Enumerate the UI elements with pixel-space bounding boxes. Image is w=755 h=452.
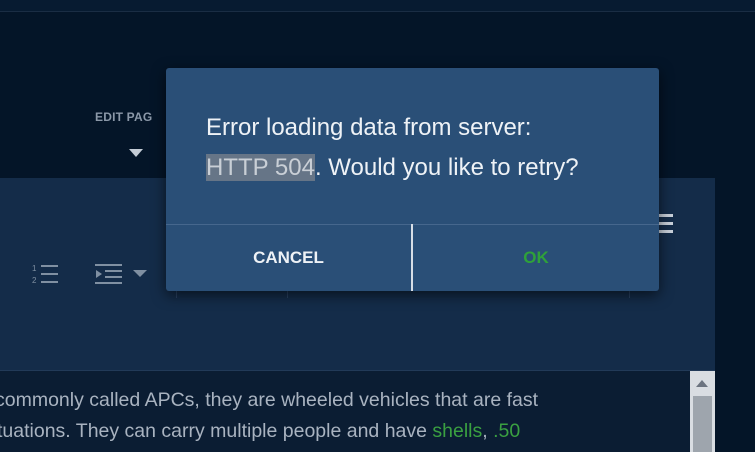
dialog-message-rest: . Would you like to retry? (314, 154, 579, 181)
text-line: commonly called APCs, they are wheeled v… (0, 389, 539, 411)
scrollbar[interactable] (690, 371, 715, 452)
dialog-message-line1: Error loading data from server: (206, 114, 532, 141)
caret-down-icon[interactable] (129, 149, 143, 157)
indent-icon[interactable] (95, 262, 123, 286)
top-bar (0, 0, 755, 12)
editor-text: commonly called APCs, they are wheeled v… (0, 385, 700, 447)
dialog-message: Error loading data from server: HTTP 504… (206, 108, 646, 188)
svg-text:2: 2 (32, 276, 37, 285)
text-segment: , (482, 420, 494, 442)
scrollbar-thumb[interactable] (693, 396, 712, 452)
editor-content[interactable]: commonly called APCs, they are wheeled v… (0, 371, 715, 452)
caliber-link[interactable]: .50 (493, 420, 520, 442)
text-segment: tuations. They can carry multiple people… (0, 420, 433, 442)
chevron-down-icon[interactable] (133, 270, 147, 278)
error-dialog: Error loading data from server: HTTP 504… (166, 68, 659, 291)
dialog-message-line2: HTTP 504. Would you like to retry? (206, 148, 646, 188)
text-line: tuations. They can carry multiple people… (0, 416, 700, 447)
scroll-up-arrow-icon[interactable] (696, 380, 708, 387)
edit-page-label[interactable]: EDIT PAG (95, 110, 152, 124)
cancel-button[interactable]: CANCEL (166, 225, 411, 291)
ordered-list-icon[interactable]: 1 2 (32, 262, 60, 286)
shells-link[interactable]: shells (432, 420, 482, 442)
ok-button[interactable]: OK (413, 225, 659, 291)
hamburger-menu-icon[interactable] (657, 214, 673, 238)
svg-text:1: 1 (32, 264, 37, 273)
error-code-highlight: HTTP 504 (206, 154, 315, 181)
